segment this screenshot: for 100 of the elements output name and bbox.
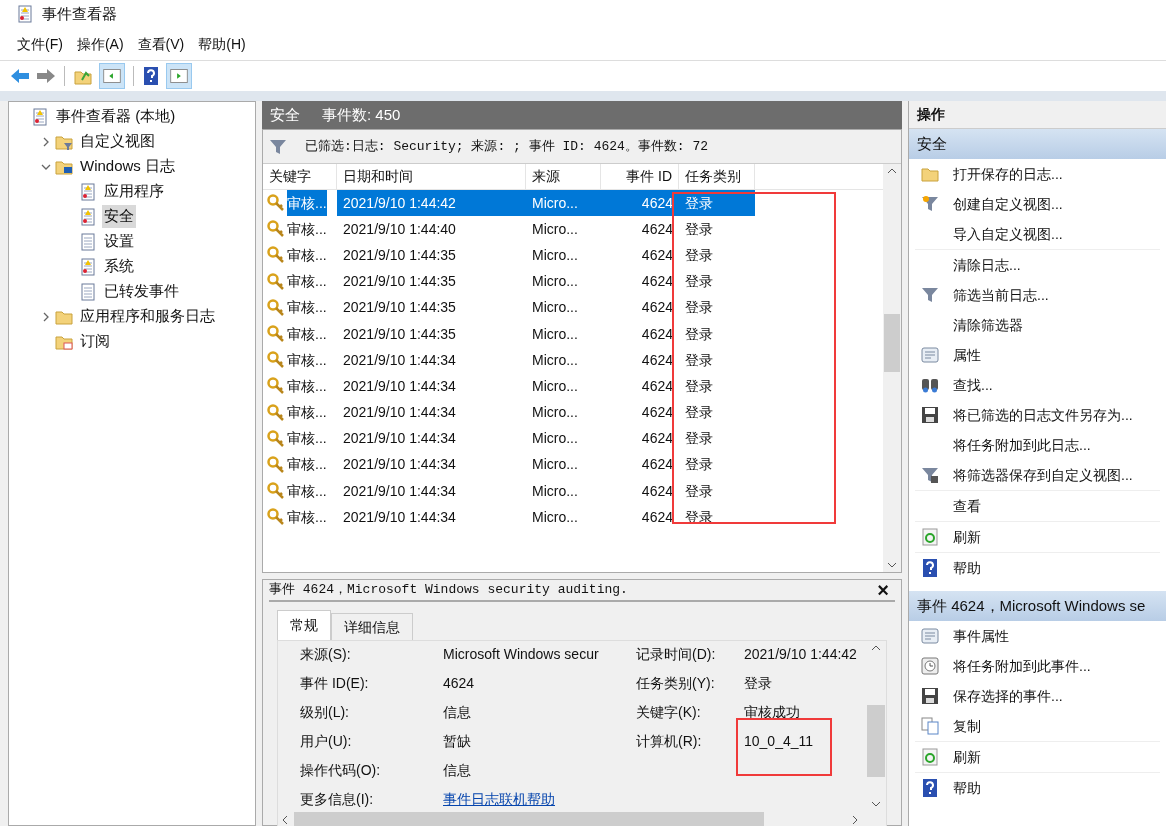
action-item[interactable]: 将筛选器保存到自定义视图... [915,460,1160,490]
action-item[interactable]: 刷新 [915,742,1160,772]
table-cell-text: 审核... [287,219,327,239]
action-item[interactable]: 将已筛选的日志文件另存为... [915,400,1160,430]
clock-icon [921,657,939,675]
table-cell: 登录 [679,190,755,217]
table-cell: 审核... [287,190,327,217]
table-cell-text: 4624 [640,403,674,423]
help-link[interactable]: 事件日志联机帮助 [443,789,555,810]
menu-item[interactable]: 查看(V) [130,33,192,55]
action-item[interactable]: 帮助 [915,773,1160,803]
section-header[interactable]: 事件 4624，Microsoft Windows se [909,591,1166,621]
action-item[interactable]: 查看 [915,491,1160,521]
key-icon [267,351,285,370]
tree-item[interactable]: 事件查看器 (本地) [54,105,178,128]
help-icon [142,67,160,85]
tab[interactable]: 详细信息 [331,613,413,640]
table-row[interactable]: 审核... 2021/9/10 1:44:34 Micro... 4624 登录 [263,425,883,452]
tab[interactable]: 常规 [277,610,331,640]
action-item[interactable]: 将任务附加到此事件... [915,651,1160,681]
menu-item[interactable]: 操作(A) [69,33,131,55]
column-header[interactable]: 关键字 [263,164,337,189]
action-item[interactable]: 将任务附加到此日志... [915,430,1160,460]
table-cell-text: 登录 [684,403,714,423]
tree-item[interactable]: 已转发事件 [102,280,181,303]
action-item[interactable]: 创建自定义视图... [915,189,1160,219]
save-icon [921,406,939,424]
action-item[interactable]: 保存选择的事件... [915,681,1160,711]
action-item[interactable]: 复制 [915,711,1160,741]
table-cell-text: 4624 [640,245,674,265]
funnel-icon [921,286,939,304]
scroll-up-icon[interactable] [887,168,897,174]
table-row[interactable]: 审核... 2021/9/10 1:44:34 Micro... 4624 登录 [263,347,883,374]
show-actions-icon[interactable] [166,63,192,89]
column-header[interactable]: 日期和时间 [337,164,526,189]
expand-icon[interactable] [41,311,51,322]
table-cell-text: 2021/9/10 1:44:34 [342,429,457,449]
tree-item[interactable]: 安全 [102,205,136,228]
action-item[interactable]: 打开保存的日志... [915,159,1160,189]
table-row[interactable]: 审核... 2021/9/10 1:44:34 Micro... 4624 登录 [263,399,883,426]
table-row[interactable]: 审核... 2021/9/10 1:44:35 Micro... 4624 登录 [263,294,883,321]
vertical-scrollbar[interactable] [883,164,901,572]
column-header[interactable]: 来源 [526,164,601,189]
table-cell-text: 登录 [684,298,714,318]
table-cell-text: 4624 [640,298,674,318]
menu-item[interactable]: 文件(F) [10,33,70,55]
tree-item[interactable]: 设置 [102,230,136,253]
action-item[interactable]: 帮助 [915,553,1160,583]
table-row[interactable]: 审核... 2021/9/10 1:44:40 Micro... 4624 登录 [263,216,883,243]
menu-item[interactable]: 帮助(H) [191,33,253,55]
table-row[interactable]: 审核... 2021/9/10 1:44:35 Micro... 4624 登录 [263,268,883,295]
table-cell-text: 2021/9/10 1:44:34 [342,376,457,396]
table-row[interactable]: 审核... 2021/9/10 1:44:34 Micro... 4624 登录 [263,373,883,400]
back-arrow-icon[interactable] [10,68,30,84]
table-row[interactable]: 审核... 2021/9/10 1:44:35 Micro... 4624 登录 [263,242,883,269]
tree-item[interactable]: 应用程序和服务日志 [78,305,217,328]
field-label: 来源(S): [300,645,352,664]
action-item[interactable]: 事件属性 [915,621,1160,651]
table-cell-text: Micro... [531,245,579,265]
tree-item[interactable]: 系统 [102,255,136,278]
scroll-down-icon[interactable] [887,562,897,568]
table-row[interactable]: 审核... 2021/9/10 1:44:35 Micro... 4624 登录 [263,320,883,348]
show-tree-icon[interactable] [99,63,125,89]
field-label: 计算机(R): [636,732,703,751]
section-header[interactable]: 安全 [909,129,1166,159]
close-button[interactable]: × [871,580,895,600]
scroll-right-icon[interactable] [852,815,858,825]
scroll-left-icon[interactable] [282,815,288,825]
field-label: 关键字(K): [636,703,702,722]
action-item[interactable]: 刷新 [915,522,1160,552]
scroll-thumb[interactable] [294,812,764,826]
field-label: 记录时间(D): [636,645,717,664]
expand-icon[interactable] [41,136,51,147]
action-item[interactable]: 筛选当前日志... [915,280,1160,310]
forward-arrow-icon[interactable] [36,68,56,84]
action-item[interactable]: 查找... [915,370,1160,400]
tree-item[interactable]: Windows 日志 [78,155,178,178]
scroll-up-icon[interactable] [871,645,881,651]
tree-item[interactable]: 应用程序 [102,180,166,203]
key-icon [267,272,285,291]
table-row[interactable]: 审核... 2021/9/10 1:44:42 Micro... 4624 登录 [263,190,883,217]
action-item[interactable]: 导入自定义视图... [915,219,1160,249]
tree-item[interactable]: 订阅 [78,330,112,353]
column-header[interactable]: 任务类别 [679,164,755,189]
tree-item[interactable]: 自定义视图 [78,130,157,153]
scroll-down-icon[interactable] [871,801,881,807]
scroll-thumb[interactable] [867,705,885,777]
funnel-icon [921,195,939,213]
filter-summary: 已筛选:日志: Security; 来源: ; 事件 ID: 4624。事件数: 72 [305,137,709,156]
scroll-thumb[interactable] [884,314,900,372]
table-row[interactable]: 审核... 2021/9/10 1:44:34 Micro... 4624 登录 [263,478,883,505]
table-row[interactable]: 审核... 2021/9/10 1:44:34 Micro... 4624 登录 [263,451,883,479]
action-item[interactable]: 属性 [915,340,1160,370]
table-cell-text: Micro... [531,219,579,239]
table-cell-text: 登录 [684,481,714,501]
action-item[interactable]: 清除日志... [915,250,1160,280]
column-header[interactable]: 事件 ID [601,164,679,189]
action-item[interactable]: 清除筛选器 [915,310,1160,340]
table-cell-text: Micro... [531,350,579,370]
field-value: 2021/9/10 1:44:42 [744,645,857,664]
